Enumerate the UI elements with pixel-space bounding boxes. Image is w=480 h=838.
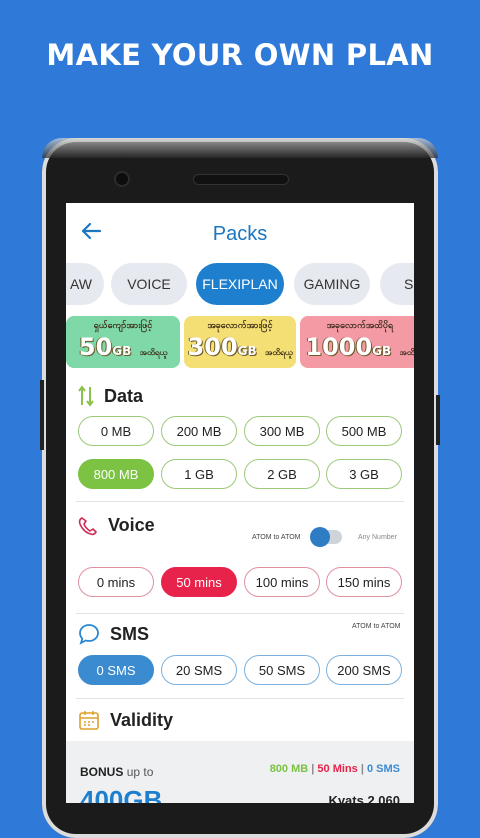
data-section-header: Data bbox=[78, 385, 143, 407]
tab-gaming[interactable]: GAMING bbox=[294, 263, 370, 305]
promo-banner-1000gb[interactable]: အခုလောက်အထိပိုရ 1000GB အထိရယူ bbox=[300, 316, 414, 368]
voice-option-0[interactable]: 0 mins bbox=[78, 567, 154, 597]
voice-option-50[interactable]: 50 mins bbox=[161, 567, 237, 597]
data-option-200mb[interactable]: 200 MB bbox=[161, 416, 237, 446]
sms-section-header: SMS bbox=[78, 623, 149, 645]
phone-sheen bbox=[42, 138, 438, 158]
earpiece-speaker bbox=[193, 174, 289, 185]
banner-unit: GB bbox=[112, 344, 132, 358]
validity-section-header: Validity bbox=[78, 709, 173, 731]
section-divider bbox=[76, 698, 404, 699]
volume-button bbox=[40, 380, 44, 450]
promo-banner-300gb[interactable]: အခုလောက်အားဖြင့် 300GB အထိရယူ bbox=[184, 316, 296, 368]
banner-caption: အခုလောက်အားဖြင့် bbox=[207, 320, 273, 330]
tab-flexiplan[interactable]: FLEXIPLAN bbox=[196, 263, 284, 305]
toggle-right-label: Any Number bbox=[358, 534, 397, 541]
data-option-800mb[interactable]: 800 MB bbox=[78, 459, 154, 489]
bonus-label: BONUS bbox=[80, 765, 124, 779]
data-option-0mb[interactable]: 0 MB bbox=[78, 416, 154, 446]
sms-note: ATOM to ATOM bbox=[352, 623, 401, 630]
banner-suffix: အထိရယူ bbox=[139, 348, 168, 357]
toggle-left-label: ATOM to ATOM bbox=[252, 534, 301, 541]
validity-label: Validity bbox=[110, 709, 174, 730]
phone-icon bbox=[78, 516, 97, 535]
voice-option-150[interactable]: 150 mins bbox=[326, 567, 402, 597]
data-transfer-icon bbox=[78, 385, 94, 407]
summary-voice: 50 Mins bbox=[317, 763, 358, 775]
top-bar: Packs bbox=[66, 203, 414, 261]
summary-sms: 0 SMS bbox=[366, 763, 400, 775]
summary-separator: | bbox=[360, 763, 364, 775]
data-option-3gb[interactable]: 3 GB bbox=[326, 459, 402, 489]
front-camera bbox=[116, 173, 128, 185]
toggle-knob bbox=[310, 527, 330, 547]
atom-any-toggle[interactable] bbox=[310, 527, 342, 547]
bonus-summary-bar: BONUS up to 800 MB | 50 Mins | 0 SMS 400… bbox=[66, 741, 414, 803]
tab-voice[interactable]: VOICE bbox=[111, 263, 187, 305]
section-divider bbox=[76, 613, 404, 614]
voice-section-header: Voice bbox=[78, 515, 155, 536]
data-label: Data bbox=[104, 385, 144, 406]
banner-suffix: အထိရယူ bbox=[265, 348, 293, 357]
chat-bubble-icon bbox=[79, 624, 99, 645]
sms-option-50[interactable]: 50 SMS bbox=[244, 655, 320, 685]
section-divider bbox=[76, 501, 404, 502]
sms-label: SMS bbox=[110, 623, 150, 644]
sms-option-0[interactable]: 0 SMS bbox=[78, 655, 154, 685]
bonus-amount: 400GB bbox=[80, 785, 163, 803]
app-screen: Packs AW VOICE FLEXIPLAN GAMING S ရှယ်ကျ… bbox=[66, 203, 414, 803]
voice-option-100[interactable]: 100 mins bbox=[244, 567, 320, 597]
data-option-1gb[interactable]: 1 GB bbox=[161, 459, 237, 489]
bonus-label-suffix: up to bbox=[126, 765, 154, 779]
banner-amount: 1000 bbox=[305, 333, 373, 361]
sms-option-200[interactable]: 200 SMS bbox=[326, 655, 402, 685]
page-title: Packs bbox=[212, 223, 268, 245]
banner-caption: ရှယ်ကျော်အားဖြင့် bbox=[93, 320, 153, 330]
tab-s[interactable]: S bbox=[380, 263, 414, 305]
tab-aw[interactable]: AW bbox=[66, 263, 104, 305]
summary-separator: | bbox=[311, 763, 315, 775]
banner-caption: အခုလောက်အထိပိုရ bbox=[326, 320, 394, 330]
sms-option-20[interactable]: 20 SMS bbox=[161, 655, 237, 685]
banner-unit: GB bbox=[372, 344, 392, 358]
data-option-500mb[interactable]: 500 MB bbox=[326, 416, 402, 446]
banner-amount: 50 bbox=[78, 333, 113, 361]
plan-price: Kyats 2,060 bbox=[328, 793, 400, 803]
plan-summary: 800 MB | 50 Mins | 0 SMS bbox=[270, 763, 400, 775]
promo-banner-50gb[interactable]: ရှယ်ကျော်အားဖြင့် 50GB အထိရယူ bbox=[66, 316, 180, 368]
pack-tabs: AW VOICE FLEXIPLAN GAMING S bbox=[66, 261, 414, 309]
data-option-2gb[interactable]: 2 GB bbox=[244, 459, 320, 489]
promo-headline: MAKE YOUR OWN PLAN bbox=[46, 38, 434, 72]
banner-amount: 300 bbox=[187, 333, 238, 361]
power-button bbox=[436, 395, 440, 445]
data-option-300mb[interactable]: 300 MB bbox=[244, 416, 320, 446]
voice-label: Voice bbox=[108, 515, 155, 535]
calendar-icon bbox=[79, 711, 99, 730]
summary-data: 800 MB bbox=[269, 763, 309, 775]
banner-unit: GB bbox=[237, 344, 257, 358]
